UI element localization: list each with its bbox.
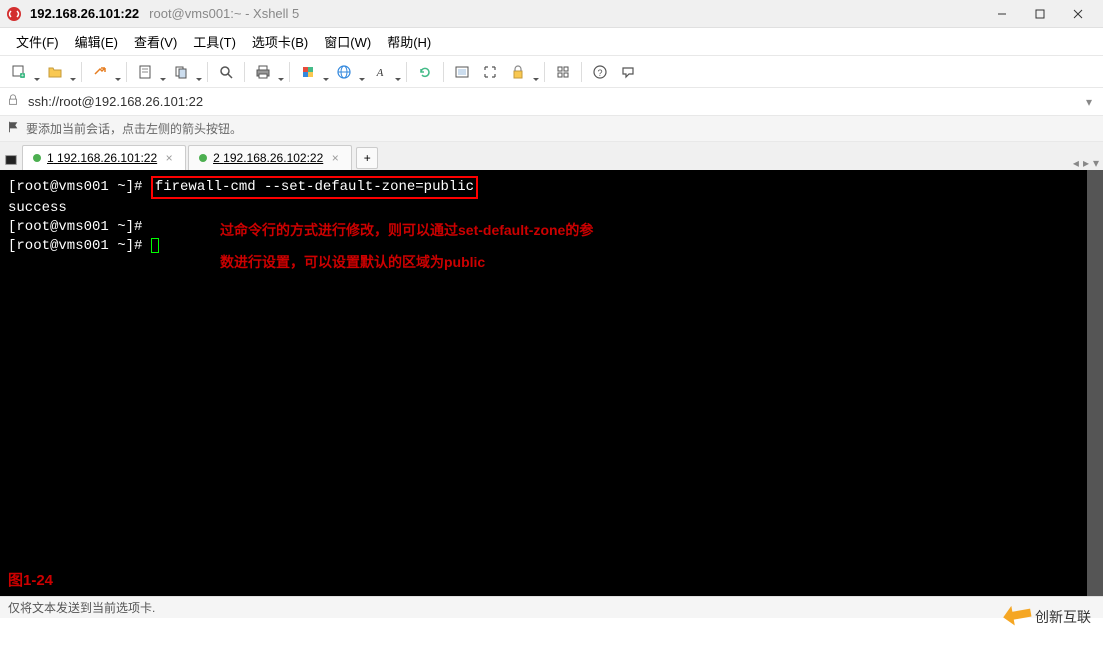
toolbar-separator (581, 62, 582, 82)
tab-close-button[interactable]: × (329, 152, 341, 164)
properties-button[interactable] (132, 59, 166, 85)
close-button[interactable] (1059, 2, 1097, 26)
annotation-text: 数进行设置，可以设置默认的区域为public (220, 248, 485, 276)
address-dropdown-icon[interactable]: ▾ (1081, 95, 1097, 109)
svg-text:A: A (376, 67, 384, 79)
window-title: 192.168.26.101:22 (30, 6, 139, 21)
add-tab-button[interactable]: + (356, 147, 378, 169)
highlighted-command: firewall-cmd --set-default-zone=public (151, 176, 478, 199)
menu-window[interactable]: 窗口(W) (316, 28, 379, 55)
svg-text:+: + (21, 73, 24, 79)
connection-status-icon (199, 154, 207, 162)
toolbar-separator (207, 62, 208, 82)
menu-help[interactable]: 帮助(H) (379, 28, 439, 55)
menu-tools[interactable]: 工具(T) (185, 28, 244, 55)
fullscreen-button[interactable] (449, 59, 475, 85)
open-button[interactable] (42, 59, 76, 85)
encoding-button[interactable] (331, 59, 365, 85)
speech-button[interactable] (615, 59, 641, 85)
sessions-button[interactable] (550, 59, 576, 85)
tab-nav: ◂ ▸ ▾ (1073, 156, 1099, 170)
connection-status-icon (33, 154, 41, 162)
address-text[interactable]: ssh://root@192.168.26.101:22 (28, 94, 1081, 109)
menu-tabs[interactable]: 选项卡(B) (244, 28, 316, 55)
find-button[interactable] (213, 59, 239, 85)
annotation-text: 过命令行的方式进行修改，则可以通过set-default-zone的参 (220, 216, 593, 244)
addressbar: ssh://root@192.168.26.101:22 ▾ (0, 88, 1103, 116)
scrollbar[interactable] (1087, 170, 1103, 596)
tab-prev-button[interactable]: ◂ (1073, 156, 1079, 170)
menu-edit[interactable]: 编辑(E) (67, 28, 126, 55)
app-icon (6, 6, 22, 22)
connect-button[interactable] (87, 59, 121, 85)
copy-button[interactable] (168, 59, 202, 85)
tab-label: 1 192.168.26.101:22 (47, 151, 157, 165)
flag-icon[interactable] (6, 120, 20, 137)
menu-file[interactable]: 文件(F) (8, 28, 67, 55)
tab-session-1[interactable]: 1 192.168.26.101:22 × (22, 145, 186, 170)
window-controls (983, 2, 1097, 26)
tabbar: 1 192.168.26.101:22 × 2 192.168.26.102:2… (0, 142, 1103, 170)
terminal-line: [root@vms001 ~]# firewall-cmd --set-defa… (8, 176, 1095, 199)
tab-close-button[interactable]: × (163, 152, 175, 164)
statusbar: 仅将文本发送到当前选项卡. (0, 596, 1103, 618)
terminal[interactable]: [root@vms001 ~]# firewall-cmd --set-defa… (0, 170, 1103, 596)
print-button[interactable] (250, 59, 284, 85)
toolbar-separator (443, 62, 444, 82)
infobar-text: 要添加当前会话，点击左侧的箭头按钮。 (26, 120, 242, 137)
status-text: 仅将文本发送到当前选项卡. (8, 599, 155, 616)
tab-label: 2 192.168.26.102:22 (213, 151, 323, 165)
menubar: 文件(F) 编辑(E) 查看(V) 工具(T) 选项卡(B) 窗口(W) 帮助(… (0, 28, 1103, 56)
toolbar-separator (406, 62, 407, 82)
tab-session-2[interactable]: 2 192.168.26.102:22 × (188, 145, 352, 170)
scrollbar-thumb[interactable] (1087, 170, 1103, 596)
titlebar: 192.168.26.101:22 root@vms001:~ - Xshell… (0, 0, 1103, 28)
lock-icon (6, 93, 22, 110)
lock-button[interactable] (505, 59, 539, 85)
toolbar-separator (289, 62, 290, 82)
tablist-icon[interactable] (4, 153, 18, 170)
fit-button[interactable] (477, 59, 503, 85)
toolbar-separator (81, 62, 82, 82)
maximize-button[interactable] (1021, 2, 1059, 26)
new-session-button[interactable]: + (6, 59, 40, 85)
toolbar-separator (244, 62, 245, 82)
help-button[interactable]: ? (587, 59, 613, 85)
svg-text:?: ? (597, 68, 602, 78)
minimize-button[interactable] (983, 2, 1021, 26)
infobar: 要添加当前会话，点击左侧的箭头按钮。 (0, 116, 1103, 142)
window-subtitle: root@vms001:~ - Xshell 5 (149, 6, 299, 21)
refresh-button[interactable] (412, 59, 438, 85)
menu-view[interactable]: 查看(V) (126, 28, 185, 55)
font-button[interactable]: A (367, 59, 401, 85)
toolbar: + A ? (0, 56, 1103, 88)
figure-label: 图1-24 (8, 569, 53, 590)
toolbar-separator (544, 62, 545, 82)
tab-list-button[interactable]: ▾ (1093, 156, 1099, 170)
toolbar-separator (126, 62, 127, 82)
color-button[interactable] (295, 59, 329, 85)
tab-next-button[interactable]: ▸ (1083, 156, 1089, 170)
cursor-icon (151, 238, 159, 253)
